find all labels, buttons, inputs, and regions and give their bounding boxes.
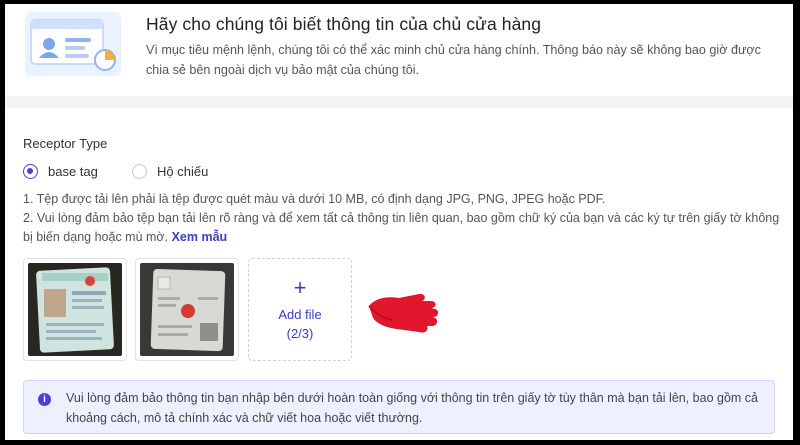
form-content: Receptor Type base tag Hộ chiếu 1. Tệp đ… bbox=[5, 108, 793, 440]
radio-option-base-tag[interactable]: base tag bbox=[23, 164, 98, 179]
requirement-1: 1. Tệp được tải lên phải là tệp được qué… bbox=[23, 192, 606, 206]
info-icon: i bbox=[38, 393, 51, 406]
requirement-2: 2. Vui lòng đảm bảo tệp bạn tải lên rõ r… bbox=[23, 209, 783, 247]
requirement-2-text: 2. Vui lòng đảm bảo tệp bạn tải lên rõ r… bbox=[23, 211, 780, 244]
pointing-hand-icon bbox=[368, 293, 439, 333]
uploaded-photo bbox=[28, 263, 122, 356]
id-card-back-icon bbox=[150, 268, 226, 352]
radio-label-passport: Hộ chiếu bbox=[157, 164, 209, 179]
view-sample-link[interactable]: Xem mẫu bbox=[172, 230, 228, 244]
uploaded-file-thumbnail-2[interactable] bbox=[135, 258, 239, 361]
receptor-type-label: Receptor Type bbox=[23, 136, 108, 151]
add-file-label: Add file bbox=[278, 307, 322, 322]
uploaded-file-thumbnail-1[interactable] bbox=[23, 258, 127, 361]
header: Hãy cho chúng tôi biết thông tin của chủ… bbox=[5, 4, 793, 96]
plus-icon: + bbox=[293, 275, 307, 300]
radio-option-passport[interactable]: Hộ chiếu bbox=[132, 164, 208, 179]
upload-requirements: 1. Tệp được tải lên phải là tệp được qué… bbox=[23, 190, 783, 247]
screenshot-frame: Hãy cho chúng tôi biết thông tin của chủ… bbox=[5, 4, 793, 440]
header-title: Hãy cho chúng tôi biết thông tin của chủ… bbox=[146, 14, 542, 34]
header-description: Vì mục tiêu mệnh lệnh, chúng tôi có thể … bbox=[146, 43, 761, 77]
id-card-illustration-icon bbox=[25, 12, 121, 76]
info-notice-text: Vui lòng đảm bảo thông tin bạn nhập bên … bbox=[66, 391, 758, 425]
radio-button[interactable] bbox=[23, 164, 38, 179]
uploaded-photo bbox=[140, 263, 234, 356]
file-count: (2/3) bbox=[286, 326, 314, 341]
info-notice: i Vui lòng đảm bảo thông tin bạn nhập bê… bbox=[23, 380, 775, 434]
radio-label-base-tag: base tag bbox=[48, 164, 98, 179]
id-card-front-icon bbox=[36, 267, 114, 353]
add-file-button[interactable]: + Add file (2/3) bbox=[248, 258, 352, 361]
radio-button[interactable] bbox=[132, 164, 147, 179]
